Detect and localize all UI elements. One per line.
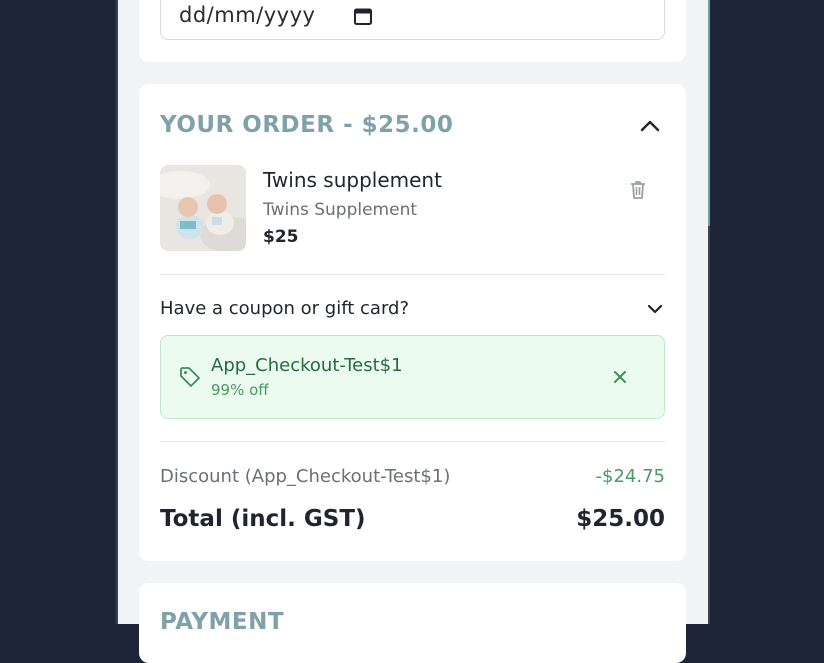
coupon-discount-desc: 99% off [211,381,269,399]
coupon-code: App_Checkout-Test$1 [211,355,403,376]
order-card: YOUR ORDER - $25.00 Twins supplement Twi… [139,84,686,561]
total-value: $25.00 [576,506,665,532]
discount-value: -$24.75 [595,466,665,487]
product-variant: Twins Supplement [263,200,418,220]
total-label: Total (incl. GST) [160,506,366,532]
date-input[interactable]: dd/mm/yyyy [160,0,665,40]
chevron-up-icon[interactable] [637,114,663,138]
chevron-down-icon [647,304,663,314]
payment-card: PAYMENT [139,583,686,663]
coupon-toggle[interactable]: Have a coupon or gift card? [160,294,665,324]
product-image [160,165,246,251]
divider [160,441,665,442]
order-title: YOUR ORDER - $25.00 [160,112,454,138]
product-price: $25 [263,227,299,247]
applied-coupon: App_Checkout-Test$1 99% off [160,335,665,419]
close-icon[interactable] [609,366,631,388]
date-card: dd/mm/yyyy [139,0,686,62]
tag-icon [180,367,200,387]
scrollbar[interactable] [708,0,710,226]
payment-title: PAYMENT [160,609,285,635]
product-name: Twins supplement [263,168,442,192]
calendar-icon[interactable] [354,7,372,25]
date-input-placeholder: dd/mm/yyyy [179,3,316,27]
babies-photo-icon [160,165,246,251]
discount-label: Discount (App_Checkout-Test$1) [160,466,451,487]
divider [160,274,665,275]
coupon-toggle-label: Have a coupon or gift card? [160,298,410,319]
trash-icon[interactable] [626,178,650,202]
